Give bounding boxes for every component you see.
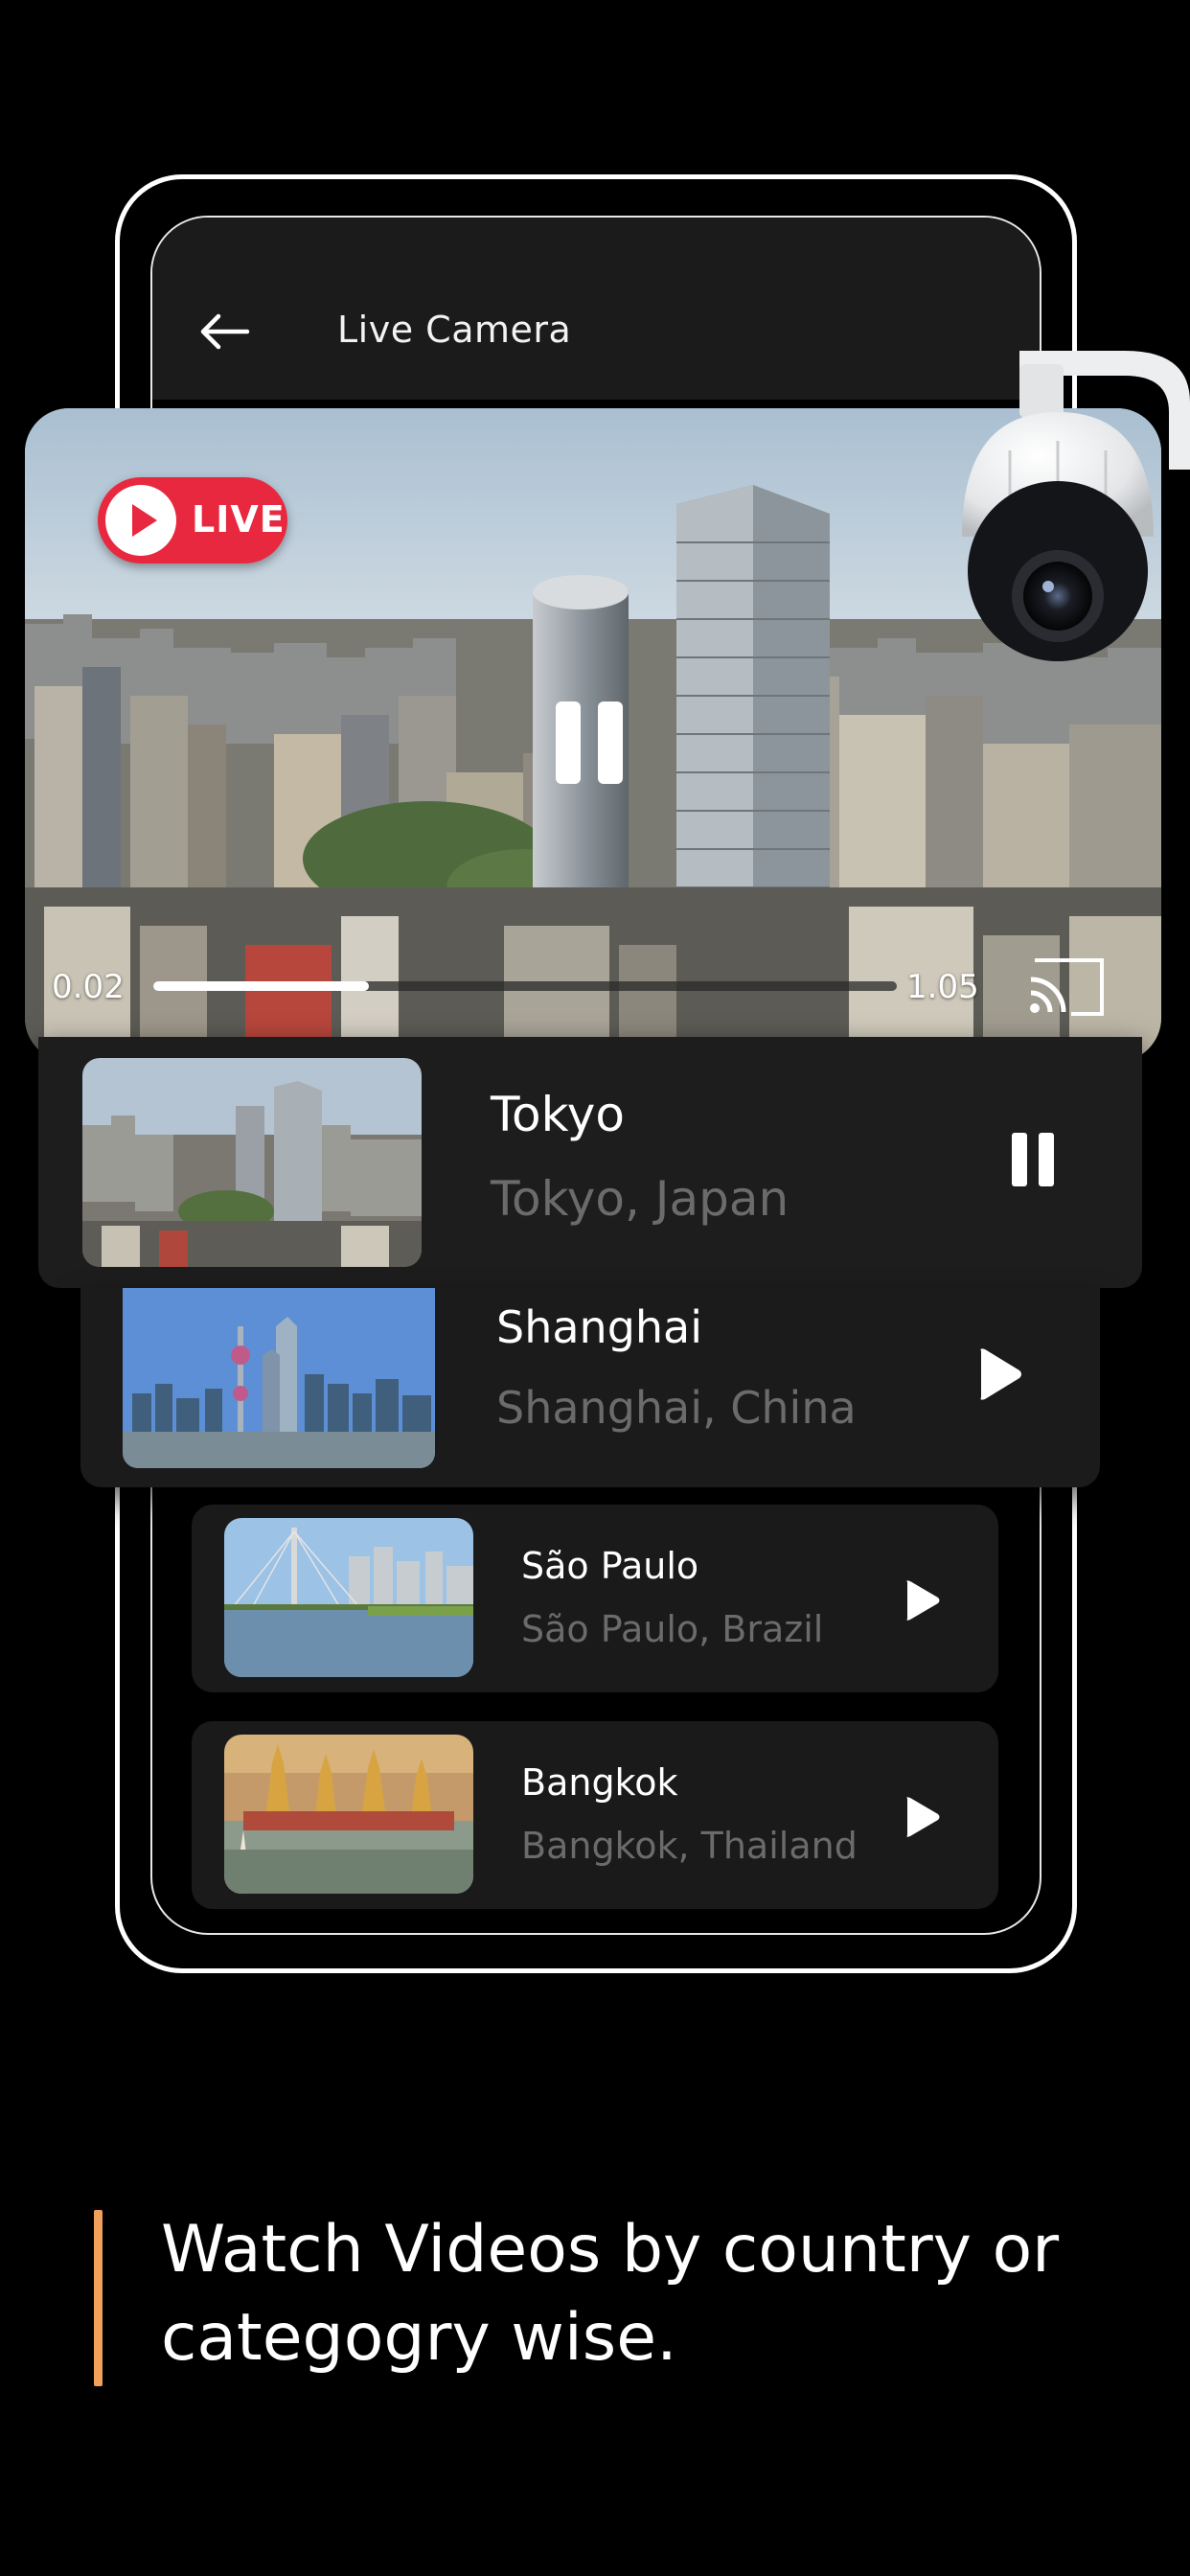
progress-bar[interactable]	[153, 981, 897, 991]
camera-name: Bangkok	[521, 1761, 678, 1804]
camera-location: Bangkok, Thailand	[521, 1825, 858, 1867]
cctv-camera-image	[952, 345, 1190, 682]
shanghai-thumbnail	[123, 1288, 435, 1468]
live-label: LIVE	[192, 498, 286, 540]
pause-icon[interactable]	[556, 702, 623, 784]
camera-location: Tokyo, Japan	[491, 1171, 790, 1227]
sao-paulo-thumbnail	[224, 1518, 473, 1677]
end-time: 1.05	[906, 968, 979, 1006]
camera-location: Shanghai, China	[496, 1382, 857, 1434]
progress-fill	[153, 981, 370, 991]
back-button[interactable]	[197, 312, 251, 351]
camera-name: Tokyo	[491, 1087, 625, 1142]
tagline-text: Watch Videos by country or categogry wis…	[161, 2212, 1060, 2376]
tokyo-thumbnail	[82, 1058, 422, 1267]
cast-icon[interactable]	[1025, 951, 1108, 1020]
camera-name: São Paulo	[521, 1545, 699, 1587]
play-icon[interactable]	[903, 1796, 941, 1838]
camera-location: São Paulo, Brazil	[521, 1608, 824, 1650]
bangkok-thumbnail	[224, 1735, 473, 1894]
play-icon[interactable]	[975, 1347, 1023, 1401]
tagline-accent-bar	[94, 2210, 103, 2386]
play-icon[interactable]	[903, 1579, 941, 1622]
arrow-left-icon	[200, 313, 250, 350]
page-title: Live Camera	[337, 309, 572, 351]
camera-name: Shanghai	[496, 1301, 703, 1353]
pause-icon[interactable]	[1012, 1133, 1054, 1186]
current-time: 0.02	[52, 968, 125, 1006]
live-play-icon	[105, 485, 176, 556]
app-bar	[152, 218, 1040, 400]
